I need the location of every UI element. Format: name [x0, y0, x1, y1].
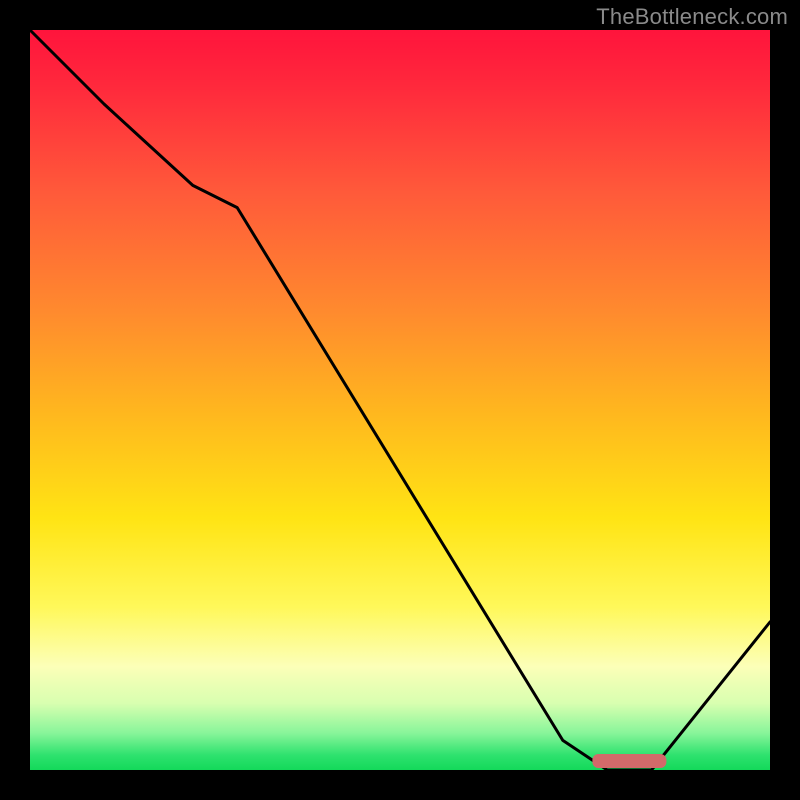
curve-layer — [30, 30, 770, 770]
chart-canvas: TheBottleneck.com — [0, 0, 800, 800]
bottleneck-curve — [30, 30, 770, 770]
watermark-text: TheBottleneck.com — [596, 4, 788, 30]
optimal-range-marker — [592, 754, 666, 768]
plot-area — [30, 30, 770, 770]
